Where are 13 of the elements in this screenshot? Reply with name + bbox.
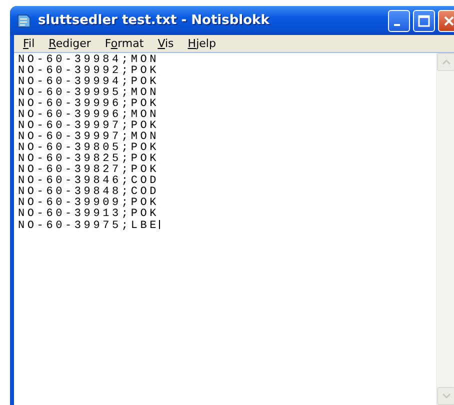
menu-item[interactable]: Rediger [42,37,98,50]
menu-item[interactable]: Format [98,37,151,50]
window-title: sluttsedler test.txt - Notisblokk [38,13,270,28]
maximize-icon [418,14,430,26]
menu-item[interactable]: Vis [150,37,181,50]
close-button[interactable] [438,10,454,32]
notepad-icon [16,12,32,28]
menu-item[interactable]: Hjelp [180,37,223,50]
minimize-button[interactable] [388,10,410,32]
maximize-button[interactable] [413,10,435,32]
minimize-icon [394,24,400,26]
close-icon [443,14,454,26]
menu-item[interactable]: Fil [16,37,42,50]
